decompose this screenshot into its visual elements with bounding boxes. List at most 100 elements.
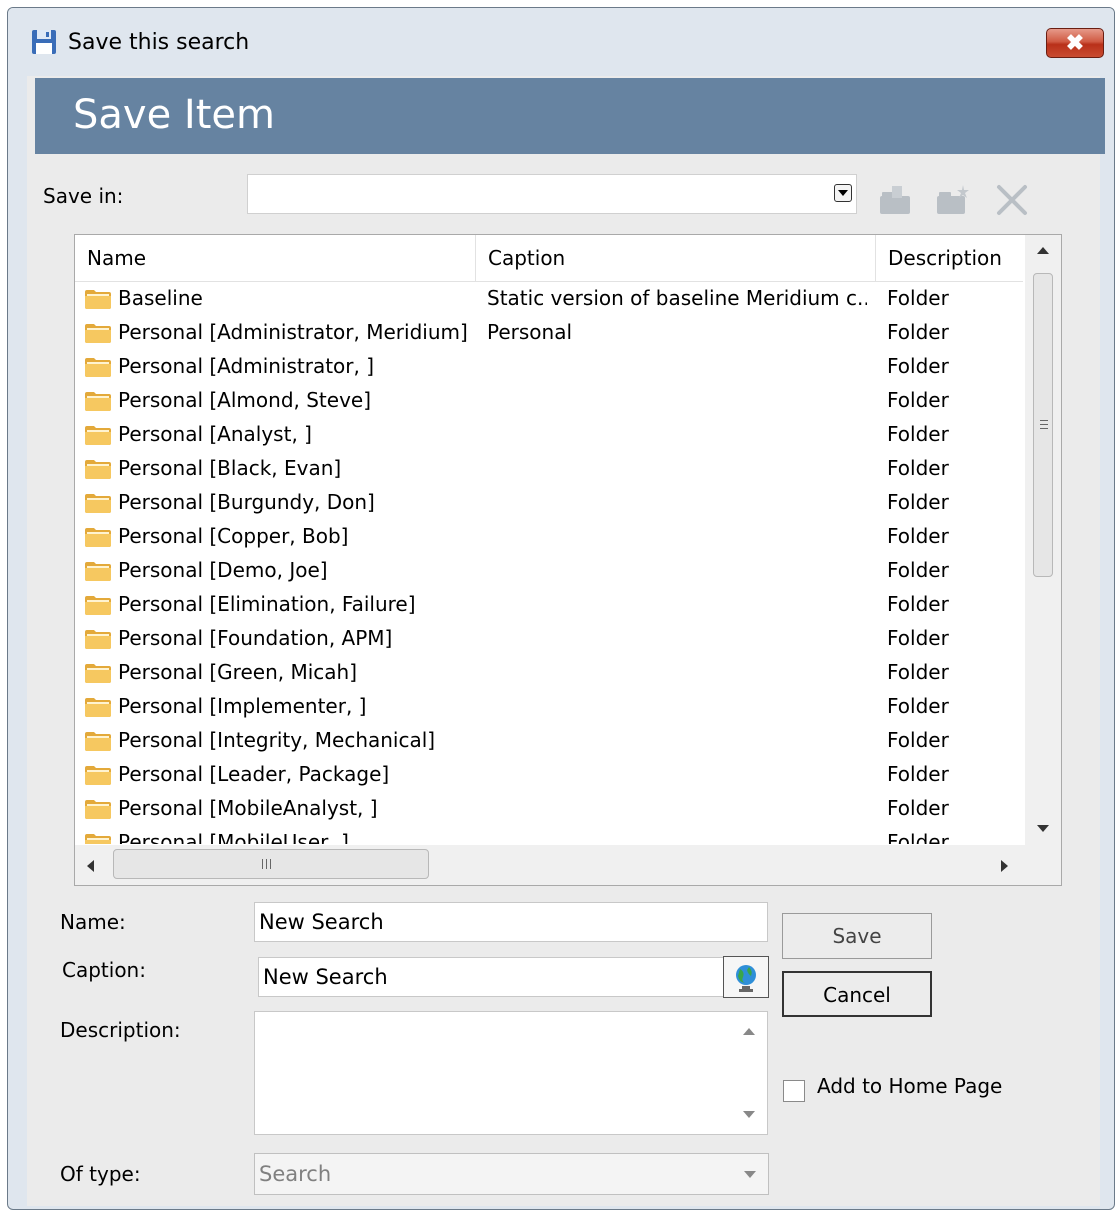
column-header-name[interactable]: Name (75, 235, 476, 281)
new-folder-icon[interactable] (935, 182, 971, 218)
item-description: Folder (887, 660, 949, 684)
item-description: Folder (887, 694, 949, 718)
add-to-home-page-label[interactable]: Add to Home Page (817, 1074, 1002, 1098)
item-name: Personal [Foundation, APM] (118, 626, 393, 650)
column-header-caption[interactable]: Caption (476, 235, 876, 281)
vertical-scroll-thumb[interactable] (1033, 273, 1053, 577)
item-description: Folder (887, 354, 949, 378)
close-icon: ✖ (1065, 30, 1085, 55)
item-description: Folder (887, 626, 949, 650)
item-description: Folder (887, 490, 949, 514)
horizontal-scrollbar[interactable] (75, 845, 1025, 885)
of-type-dropdown: Search (254, 1153, 769, 1195)
chevron-down-icon[interactable] (834, 184, 852, 202)
folder-icon (85, 528, 111, 547)
list-item[interactable]: Personal [Analyst, ] Folder (75, 417, 1023, 451)
folder-up-icon[interactable] (878, 182, 914, 218)
save-button[interactable]: Save (782, 913, 932, 959)
list-item[interactable]: Personal [Copper, Bob] Folder (75, 519, 1023, 553)
item-caption (487, 383, 867, 417)
thumb-grip (262, 859, 263, 869)
item-caption (487, 757, 867, 791)
item-name: Personal [Copper, Bob] (118, 524, 349, 548)
item-name: Personal [Burgundy, Don] (118, 490, 375, 514)
of-type-value: Search (259, 1162, 332, 1186)
list-item[interactable]: Personal [Black, Evan] Folder (75, 451, 1023, 485)
item-caption (487, 519, 867, 553)
item-description: Folder (887, 286, 949, 310)
thumb-grip (1040, 424, 1048, 425)
caption-input[interactable] (258, 957, 724, 997)
item-name: Personal [Integrity, Mechanical] (118, 728, 436, 752)
folder-icon (85, 426, 111, 445)
header-band: Save Item (35, 78, 1105, 154)
folder-icon (85, 596, 111, 615)
item-name: Personal [Almond, Steve] (118, 388, 372, 412)
item-name: Personal [Analyst, ] (118, 422, 312, 446)
close-button[interactable]: ✖ (1046, 28, 1104, 58)
list-item[interactable]: Personal [MobileAnalyst, ] Folder (75, 791, 1023, 825)
item-caption (487, 485, 867, 519)
folder-icon (85, 494, 111, 513)
description-label: Description: (60, 1018, 181, 1042)
add-to-home-page-checkbox[interactable] (783, 1080, 805, 1102)
list-item[interactable]: Personal [Burgundy, Don] Folder (75, 485, 1023, 519)
scroll-right-icon[interactable] (1001, 860, 1008, 872)
list-item[interactable]: Baseline Static version of baseline Merid… (75, 281, 1023, 315)
folder-icon (85, 664, 111, 683)
folder-list[interactable]: Name Caption Description Baseline Static … (74, 234, 1062, 886)
item-caption (487, 587, 867, 621)
column-header-description[interactable]: Description (876, 235, 1023, 281)
item-name: Baseline (118, 286, 203, 310)
window-title: Save this search (68, 30, 250, 55)
translate-caption-button[interactable] (723, 956, 769, 998)
list-item[interactable]: Personal [Leader, Package] Folder (75, 757, 1023, 791)
list-item[interactable]: Personal [Demo, Joe] Folder (75, 553, 1023, 587)
list-item[interactable]: Personal [Almond, Steve] Folder (75, 383, 1023, 417)
item-caption (487, 349, 867, 383)
folder-icon (85, 732, 111, 751)
thumb-grip (266, 859, 267, 869)
folder-icon (85, 698, 111, 717)
description-textarea[interactable] (254, 1011, 768, 1135)
item-name: Personal [Black, Evan] (118, 456, 342, 480)
item-name: Personal [Demo, Joe] (118, 558, 328, 582)
scroll-left-icon[interactable] (87, 860, 94, 872)
name-label: Name: (60, 910, 126, 934)
scroll-up-icon[interactable] (743, 1028, 755, 1035)
scroll-down-icon[interactable] (743, 1111, 755, 1118)
item-description: Folder (887, 558, 949, 582)
item-description: Folder (887, 762, 949, 786)
list-item[interactable]: Personal [Implementer, ] Folder (75, 689, 1023, 723)
item-description: Folder (887, 456, 949, 480)
horizontal-scroll-thumb[interactable] (113, 849, 429, 879)
name-input[interactable] (254, 902, 768, 942)
list-item[interactable]: Personal [Integrity, Mechanical] Folder (75, 723, 1023, 757)
delete-icon[interactable] (994, 182, 1030, 218)
item-description: Folder (887, 524, 949, 548)
item-caption (487, 689, 867, 723)
list-item[interactable]: Personal [Administrator, ] Folder (75, 349, 1023, 383)
list-item[interactable]: Personal [Green, Micah] Folder (75, 655, 1023, 689)
of-type-label: Of type: (60, 1162, 141, 1186)
scroll-up-icon[interactable] (1037, 247, 1049, 254)
item-caption (487, 417, 867, 451)
list-item[interactable]: Personal [MobileUser, ] Folder (75, 825, 1023, 844)
folder-icon (85, 324, 111, 343)
chevron-down-icon (744, 1171, 756, 1178)
list-item[interactable]: Personal [Elimination, Failure] Folder (75, 587, 1023, 621)
cancel-button[interactable]: Cancel (782, 971, 932, 1017)
globe-icon (736, 965, 756, 992)
save-in-dropdown[interactable] (247, 174, 857, 214)
thumb-grip (270, 859, 271, 869)
item-caption (487, 553, 867, 587)
scroll-down-icon[interactable] (1037, 825, 1049, 832)
folder-icon (85, 392, 111, 411)
title-bar[interactable]: Save this search ✖ (8, 8, 1114, 76)
item-description: Folder (887, 796, 949, 820)
folder-icon (85, 800, 111, 819)
item-name: Personal [MobileUser, ] (118, 830, 349, 844)
list-item[interactable]: Personal [Foundation, APM] Folder (75, 621, 1023, 655)
list-item[interactable]: Personal [Administrator, Meridium] Person… (75, 315, 1023, 349)
vertical-scrollbar[interactable] (1025, 235, 1061, 845)
